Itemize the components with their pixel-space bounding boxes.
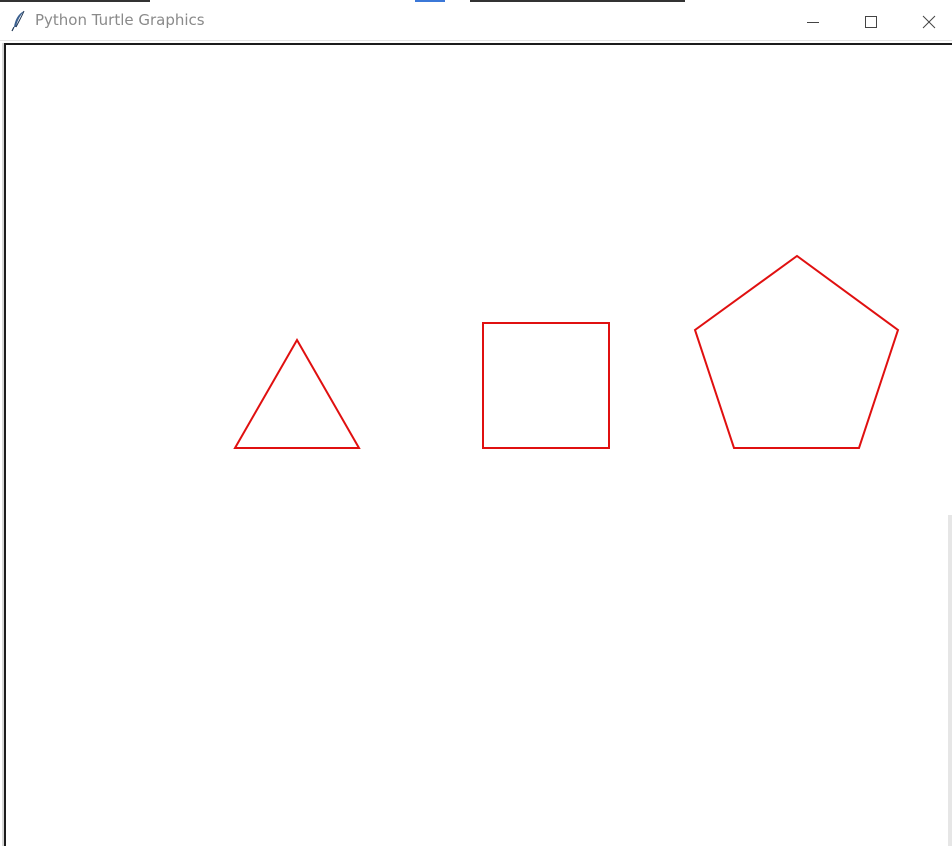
feather-icon: [10, 10, 28, 32]
turtle-window: Python Turtle Graphics: [0, 0, 952, 846]
scrollbar-edge[interactable]: [948, 515, 952, 846]
close-button[interactable]: [906, 4, 952, 40]
triangle-shape: [233, 337, 361, 449]
turtle-canvas[interactable]: [2, 43, 952, 846]
drawing-surface: [233, 254, 900, 449]
square-shape: [482, 322, 610, 449]
maximize-icon: [864, 15, 878, 29]
minimize-button[interactable]: [790, 4, 836, 40]
window-title: Python Turtle Graphics: [35, 11, 205, 29]
minimize-icon: [806, 15, 820, 29]
title-bar[interactable]: Python Turtle Graphics: [0, 2, 952, 40]
close-icon: [922, 15, 936, 29]
maximize-button[interactable]: [848, 4, 894, 40]
title-separator: [0, 40, 952, 41]
pentagon-shape: [693, 254, 900, 449]
